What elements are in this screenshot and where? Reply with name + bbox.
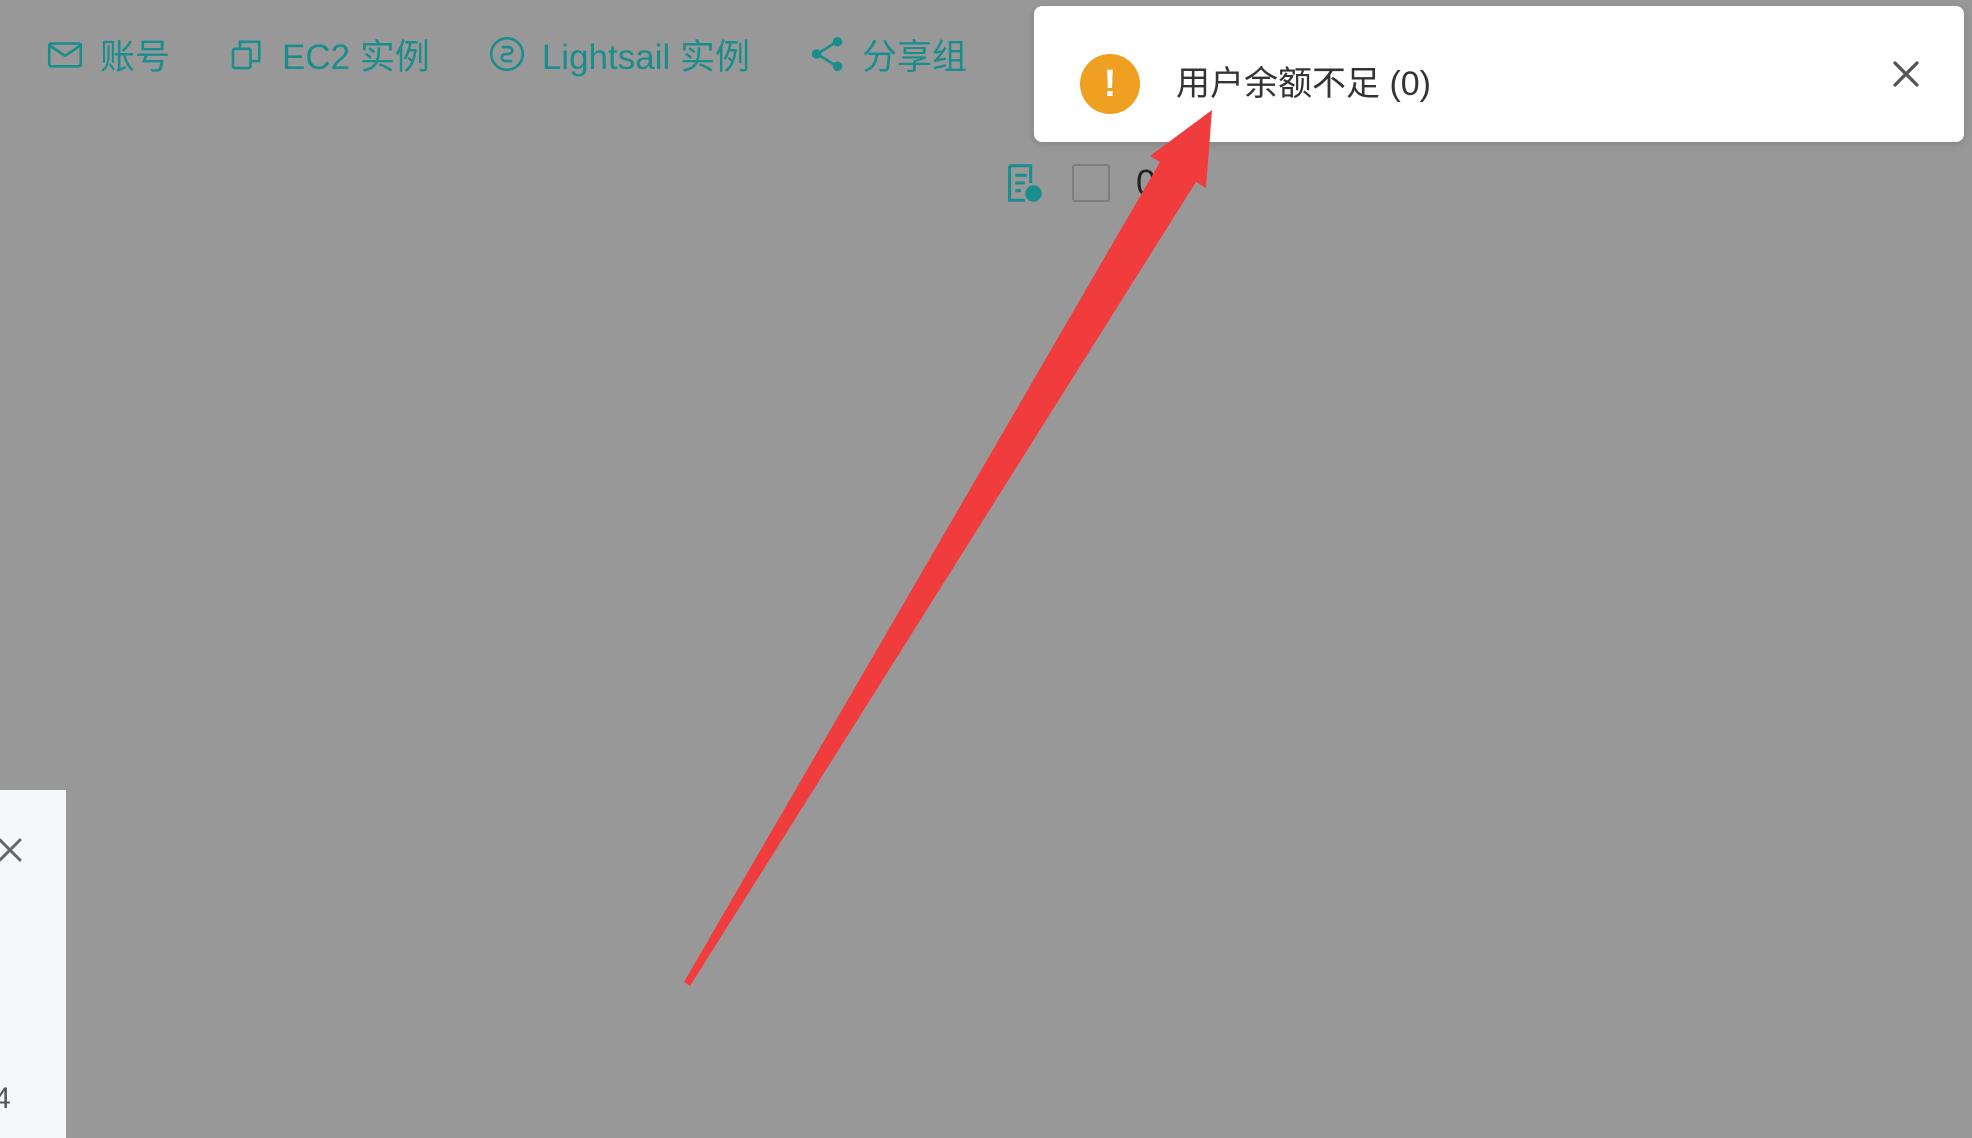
close-icon [0, 838, 22, 862]
toast-message: 用户余额不足 (0) [1176, 65, 1431, 103]
toast-close-button[interactable] [1884, 52, 1928, 96]
warning-icon: ! [1080, 54, 1140, 114]
selection-row: 0 1 [1000, 160, 1186, 206]
lightsail-icon [489, 36, 524, 72]
panel-close-button[interactable] [0, 830, 24, 870]
nav-item-lightsail[interactable]: Lightsail 实例 [486, 29, 750, 80]
panel-text-fragment: 4 [0, 1082, 11, 1115]
select-checkbox[interactable] [1072, 164, 1110, 202]
warning-toast: ! 用户余额不足 (0) [1034, 6, 1964, 142]
annotation-arrow [684, 110, 1212, 986]
document-settings-icon[interactable] [1000, 160, 1046, 206]
nav-item-share-group[interactable]: 分享组 [806, 29, 967, 80]
nav-item-account[interactable]: 账号 [44, 29, 170, 80]
copy-icon [231, 40, 261, 70]
nav-item-label: EC2 实例 [282, 37, 430, 77]
nav-item-label: 分享组 [861, 37, 967, 77]
nav-item-label: Lightsail 实例 [541, 37, 750, 77]
close-icon [1893, 61, 1919, 87]
side-panel: 4 [0, 790, 66, 1138]
top-nav: 账号 EC2 实例 Lightsail 实例 分享组 [44, 24, 967, 84]
nav-item-label: 账号 [100, 37, 171, 77]
nav-item-ec2[interactable]: EC2 实例 [226, 29, 430, 80]
count-text: 0 1 [1136, 162, 1187, 203]
share-icon [811, 36, 843, 72]
mail-icon [47, 42, 83, 68]
